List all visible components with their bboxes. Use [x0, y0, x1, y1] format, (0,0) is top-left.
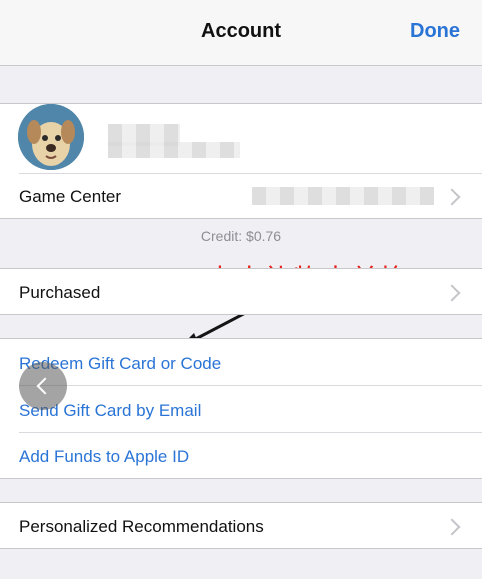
- chevron-right-icon: [443, 284, 461, 302]
- personalized-recommendations-label: Personalized Recommendations: [19, 517, 264, 536]
- send-gift-card-row[interactable]: Send Gift Card by Email: [0, 386, 482, 432]
- account-email-redacted: [108, 142, 240, 158]
- purchased-row[interactable]: Purchased: [0, 268, 482, 315]
- navigation-bar: Account Done: [0, 0, 482, 66]
- redeem-gift-card-row[interactable]: Redeem Gift Card or Code: [0, 339, 482, 385]
- add-funds-row[interactable]: Add Funds to Apple ID: [0, 433, 482, 479]
- game-center-nickname-redacted: [252, 187, 434, 205]
- purchased-label: Purchased: [19, 283, 101, 302]
- game-center-label: Game Center: [19, 187, 122, 206]
- chevron-left-icon: [36, 377, 54, 395]
- personalized-recommendations-row[interactable]: Personalized Recommendations: [0, 502, 482, 549]
- chevron-right-icon: [443, 518, 461, 536]
- dog-avatar-icon[interactable]: [18, 104, 84, 170]
- floating-back-button[interactable]: [19, 362, 67, 410]
- credit-balance: Credit: $0.76: [200, 228, 282, 244]
- done-button[interactable]: Done: [410, 20, 460, 43]
- game-center-row[interactable]: Game Center: [0, 174, 482, 218]
- add-funds-link[interactable]: Add Funds to Apple ID: [19, 447, 189, 467]
- chevron-right-icon: [443, 188, 461, 206]
